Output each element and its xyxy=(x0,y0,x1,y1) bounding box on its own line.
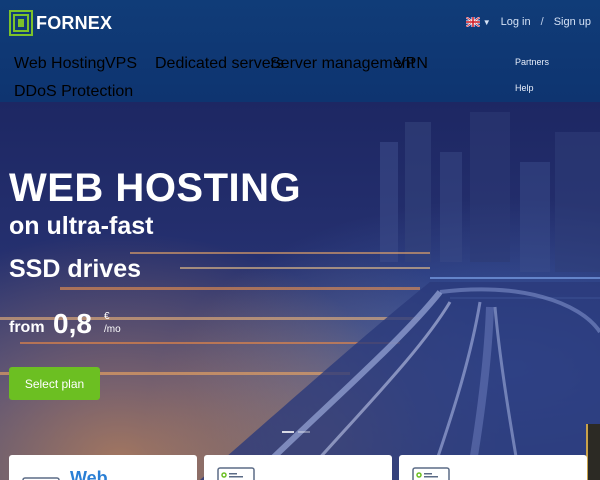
hero-title: WEB HOSTING xyxy=(9,166,302,210)
nav-item-vps[interactable]: VPS xyxy=(105,55,137,73)
select-plan-button[interactable]: Select plan xyxy=(9,367,100,400)
language-chevron-down-icon[interactable]: ▼ xyxy=(483,18,491,27)
nav-item-ddos-protection[interactable]: DDoS Protection xyxy=(14,83,133,101)
price-currency: € xyxy=(104,311,110,322)
signup-link[interactable]: Sign up xyxy=(554,16,591,28)
nav-item-help[interactable]: Help xyxy=(515,83,534,93)
product-card-3[interactable] xyxy=(399,455,587,480)
hero-subtitle-line1: on ultra-fast xyxy=(9,212,154,240)
price-prefix: from xyxy=(9,319,45,336)
fornex-logo-icon xyxy=(9,9,33,37)
side-badge[interactable] xyxy=(586,424,600,480)
slider-dot-1[interactable] xyxy=(282,431,294,433)
nav-item-dedicated-servers[interactable]: Dedicated servers xyxy=(155,55,284,73)
slider-pagination xyxy=(282,431,310,433)
login-link[interactable]: Log in xyxy=(501,16,531,28)
uk-flag-icon[interactable] xyxy=(465,16,481,28)
price-period: /mo xyxy=(104,324,121,335)
logo-text: FORNEX xyxy=(36,12,113,33)
logo[interactable]: FORNEX xyxy=(9,9,112,37)
nav-item-vpn[interactable]: VPN xyxy=(395,55,428,73)
product-card-2[interactable] xyxy=(204,455,392,480)
slider-dot-2[interactable] xyxy=(298,431,310,433)
hero-subtitle-line2: SSD drives xyxy=(9,255,142,283)
nav-item-server-management[interactable]: Server management xyxy=(270,55,415,73)
city-railway-background xyxy=(0,112,600,480)
card-title: Web xyxy=(70,468,108,480)
site-header: FORNEX ▼ Log in / Sign up Web Hosting VP… xyxy=(0,0,600,102)
login-signup-separator: / xyxy=(540,16,544,28)
price-value: 0,8 xyxy=(53,308,92,339)
product-card-web-hosting[interactable]: Web xyxy=(9,455,197,480)
hero-banner: WEB HOSTING on ultra-fast SSD drives fro… xyxy=(0,102,600,480)
nav-item-web-hosting[interactable]: Web Hosting xyxy=(14,55,105,73)
nav-item-partners[interactable]: Partners xyxy=(515,57,549,67)
account-links: ▼ Log in / Sign up xyxy=(465,16,591,28)
